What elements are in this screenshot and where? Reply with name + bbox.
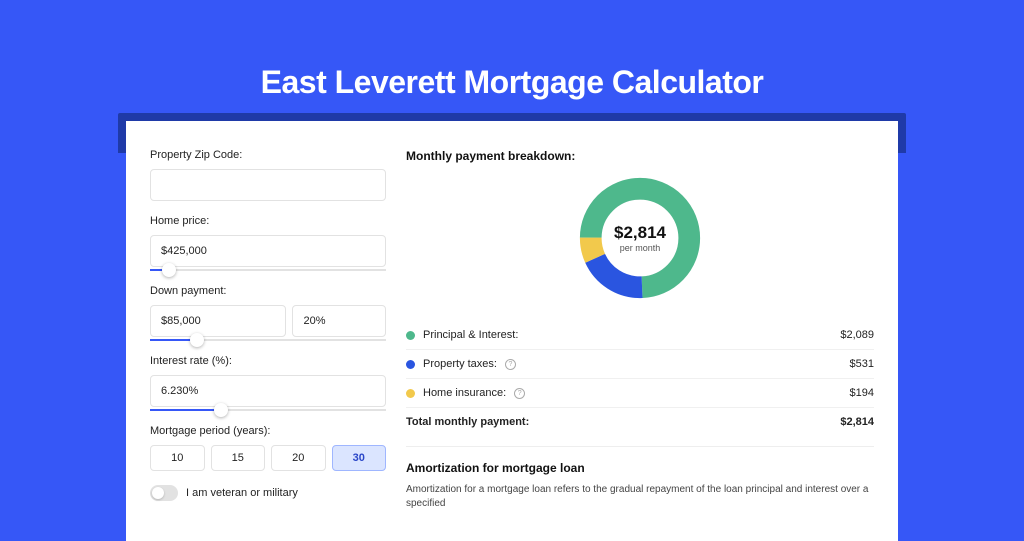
slider-thumb[interactable]	[162, 263, 176, 277]
zip-input[interactable]	[150, 169, 386, 201]
period-btn-15[interactable]: 15	[211, 445, 266, 471]
zip-field: Property Zip Code:	[150, 149, 386, 201]
legend-row-total: Total monthly payment: $2,814	[406, 408, 874, 436]
legend-label: Principal & Interest:	[423, 329, 518, 341]
zip-label: Property Zip Code:	[150, 149, 386, 161]
down-payment-field: Down payment:	[150, 285, 386, 341]
legend-value: $194	[850, 387, 874, 399]
breakdown-panel: Monthly payment breakdown: $2,814 per mo…	[406, 121, 898, 541]
home-price-input[interactable]	[150, 235, 386, 267]
info-icon[interactable]: ?	[505, 359, 516, 370]
donut-sub: per month	[620, 243, 661, 253]
app-root: East Leverett Mortgage Calculator Proper…	[0, 0, 1024, 512]
veteran-row: I am veteran or military	[150, 485, 386, 501]
period-btn-20[interactable]: 20	[271, 445, 326, 471]
down-payment-pct-input[interactable]	[292, 305, 386, 337]
legend-value: $2,814	[840, 416, 874, 428]
form-panel: Property Zip Code: Home price: Down paym…	[126, 121, 386, 541]
legend-label: Total monthly payment:	[406, 416, 529, 428]
home-price-field: Home price:	[150, 215, 386, 271]
legend-value: $531	[850, 358, 874, 370]
donut-chart-wrap: $2,814 per month	[406, 173, 874, 303]
period-btn-30[interactable]: 30	[332, 445, 387, 471]
legend-value: $2,089	[840, 329, 874, 341]
home-price-slider[interactable]	[150, 269, 386, 271]
period-btn-10[interactable]: 10	[150, 445, 205, 471]
interest-rate-input[interactable]	[150, 375, 386, 407]
legend-label: Home insurance:	[423, 387, 506, 399]
interest-rate-label: Interest rate (%):	[150, 355, 386, 367]
legend-row: Principal & Interest: $2,089	[406, 321, 874, 350]
down-payment-slider[interactable]	[150, 339, 386, 341]
slider-thumb[interactable]	[190, 333, 204, 347]
legend-dot	[406, 389, 415, 398]
legend-dot	[406, 331, 415, 340]
breakdown-title: Monthly payment breakdown:	[406, 149, 874, 163]
period-field: Mortgage period (years): 10152030	[150, 425, 386, 471]
period-label: Mortgage period (years):	[150, 425, 386, 437]
legend-label: Property taxes:	[423, 358, 497, 370]
slider-thumb[interactable]	[214, 403, 228, 417]
legend-row: Home insurance:? $194	[406, 379, 874, 408]
amortization-title: Amortization for mortgage loan	[406, 461, 874, 475]
donut-amount: $2,814	[614, 223, 666, 243]
veteran-label: I am veteran or military	[186, 487, 298, 499]
donut-chart: $2,814 per month	[575, 173, 705, 303]
legend-row: Property taxes:? $531	[406, 350, 874, 379]
calculator-card: Property Zip Code: Home price: Down paym…	[126, 121, 898, 541]
donut-center: $2,814 per month	[575, 173, 705, 303]
info-icon[interactable]: ?	[514, 388, 525, 399]
interest-rate-field: Interest rate (%):	[150, 355, 386, 411]
period-options: 10152030	[150, 445, 386, 471]
amortization-section: Amortization for mortgage loan Amortizat…	[406, 446, 874, 511]
legend: Principal & Interest: $2,089 Property taxe…	[406, 321, 874, 436]
veteran-toggle[interactable]	[150, 485, 178, 501]
amortization-text: Amortization for a mortgage loan refers …	[406, 483, 874, 511]
home-price-label: Home price:	[150, 215, 386, 227]
page-title: East Leverett Mortgage Calculator	[0, 0, 1024, 101]
down-payment-amount-input[interactable]	[150, 305, 286, 337]
down-payment-label: Down payment:	[150, 285, 386, 297]
interest-rate-slider[interactable]	[150, 409, 386, 411]
legend-dot	[406, 360, 415, 369]
